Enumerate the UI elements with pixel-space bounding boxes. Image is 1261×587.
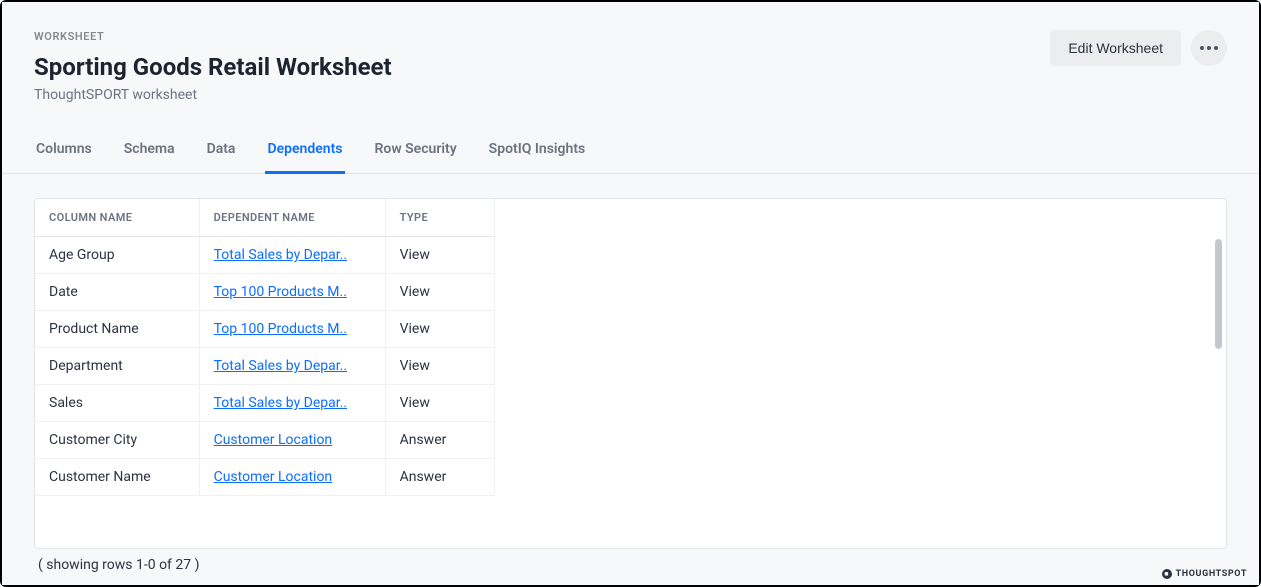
cell-column-name: Customer Name [35,459,199,496]
table-header-column-name[interactable]: COLUMN NAME [35,199,199,237]
dependent-link[interactable]: Customer Location [214,432,333,448]
brand-logo-icon: ■ [1162,569,1172,579]
scrollbar-thumb[interactable] [1215,239,1222,349]
cell-column-name: Sales [35,385,199,422]
cell-type: Answer [385,459,494,496]
edit-worksheet-button[interactable]: Edit Worksheet [1050,30,1181,66]
tab-bar: Columns Schema Data Dependents Row Secur… [2,131,1259,174]
brand-text: THOUGHTSPOT [1176,569,1247,579]
table-row: Age Group Total Sales by Depar.. View [35,237,495,274]
table-header-type[interactable]: TYPE [385,199,494,237]
table-row: Product Name Top 100 Products M.. View [35,311,495,348]
table-header-dependent-name[interactable]: DEPENDENT NAME [199,199,385,237]
ellipsis-icon [1200,46,1218,50]
cell-column-name: Date [35,274,199,311]
dependent-link[interactable]: Total Sales by Depar.. [214,395,347,411]
cell-type: View [385,348,494,385]
tab-schema[interactable]: Schema [122,131,177,174]
dependent-link[interactable]: Total Sales by Depar.. [214,247,347,263]
table-row: Customer City Customer Location Answer [35,422,495,459]
page-subtitle: ThoughtSPORT worksheet [34,87,392,103]
cell-column-name: Department [35,348,199,385]
cell-type: View [385,274,494,311]
tab-columns[interactable]: Columns [34,131,94,174]
cell-type: View [385,311,494,348]
tab-row-security[interactable]: Row Security [373,131,459,174]
tab-spotiq-insights[interactable]: SpotIQ Insights [487,131,588,174]
dependent-link[interactable]: Customer Location [214,469,333,485]
more-options-button[interactable] [1191,30,1227,66]
tab-dependents[interactable]: Dependents [265,131,344,174]
row-count-summary: ( showing rows 1-0 of 27 ) [34,549,1227,585]
cell-column-name: Product Name [35,311,199,348]
cell-type: View [385,385,494,422]
cell-type: Answer [385,422,494,459]
page-title: Sporting Goods Retail Worksheet [34,53,392,81]
table-row: Sales Total Sales by Depar.. View [35,385,495,422]
cell-column-name: Customer City [35,422,199,459]
table-row: Department Total Sales by Depar.. View [35,348,495,385]
footer-brand: ■ THOUGHTSPOT [1162,569,1247,579]
dependents-table-container: COLUMN NAME DEPENDENT NAME TYPE Age Grou… [34,198,1227,549]
table-row: Date Top 100 Products M.. View [35,274,495,311]
breadcrumb: WORKSHEET [34,30,392,43]
dependent-link[interactable]: Top 100 Products M.. [214,321,347,337]
cell-column-name: Age Group [35,237,199,274]
cell-type: View [385,237,494,274]
table-row: Customer Name Customer Location Answer [35,459,495,496]
dependents-table: COLUMN NAME DEPENDENT NAME TYPE Age Grou… [35,199,495,496]
dependent-link[interactable]: Total Sales by Depar.. [214,358,347,374]
tab-data[interactable]: Data [205,131,238,174]
dependent-link[interactable]: Top 100 Products M.. [214,284,347,300]
